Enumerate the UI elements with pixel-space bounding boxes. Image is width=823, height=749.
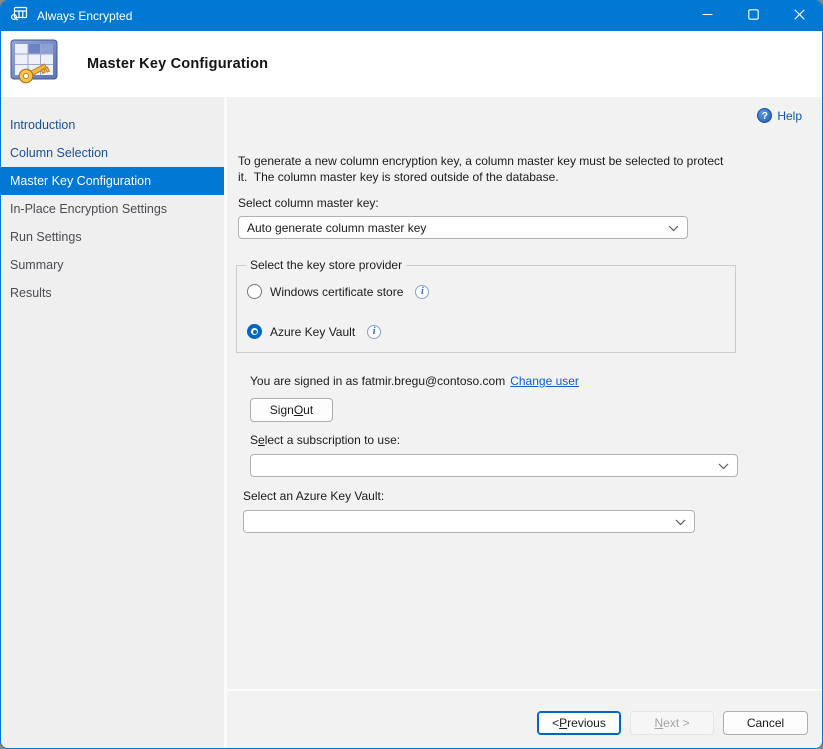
next-label-accel: N	[654, 716, 663, 730]
close-icon	[794, 7, 805, 25]
next-label-post: ext >	[663, 716, 689, 730]
sign-out-label-post: ut	[303, 403, 313, 417]
info-icon[interactable]: i	[367, 325, 381, 339]
azure-key-vault-label: Azure Key Vault	[270, 325, 355, 339]
subscription-label-pre: S	[250, 433, 258, 447]
previous-label-post: revious	[567, 716, 606, 730]
chevron-down-icon	[718, 459, 729, 473]
minimize-icon	[702, 7, 713, 25]
column-master-key-dropdown[interactable]: Auto generate column master key	[238, 216, 688, 239]
azure-key-vault-dropdown[interactable]	[243, 510, 695, 533]
azure-key-vault-select-label: Select an Azure Key Vault:	[243, 489, 384, 503]
windows-certificate-store-radio[interactable]: Windows certificate store i	[247, 284, 429, 299]
step-column-selection[interactable]: Column Selection	[1, 139, 224, 167]
chevron-down-icon	[675, 515, 686, 529]
previous-button[interactable]: < Previous	[537, 711, 621, 735]
intro-text: To generate a new column encryption key,…	[238, 154, 818, 186]
step-master-key-configuration[interactable]: Master Key Configuration	[1, 167, 224, 195]
step-run-settings: Run Settings	[1, 223, 224, 251]
step-results: Results	[1, 279, 224, 307]
window-title: Always Encrypted	[37, 9, 132, 23]
step-in-place-encryption-settings: In-Place Encryption Settings	[1, 195, 224, 223]
signed-in-status: You are signed in as fatmir.bregu@contos…	[250, 374, 579, 388]
next-button: Next >	[630, 711, 714, 735]
signed-in-text: You are signed in as fatmir.bregu@contos…	[250, 374, 505, 388]
chevron-down-icon	[668, 221, 679, 235]
sign-out-label-pre: Sign	[270, 403, 294, 417]
subscription-label-accel: e	[258, 433, 265, 447]
info-icon[interactable]: i	[415, 285, 429, 299]
wizard-header: Master Key Configuration	[1, 31, 822, 97]
azure-key-vault-radio[interactable]: Azure Key Vault i	[247, 324, 381, 339]
page-title: Master Key Configuration	[87, 56, 268, 72]
radio-unselected-icon[interactable]	[247, 284, 262, 299]
radio-selected-icon[interactable]	[247, 324, 262, 339]
subscription-label-post: lect a subscription to use:	[265, 433, 400, 447]
wizard-steps-sidebar: Introduction Column Selection Master Key…	[1, 97, 227, 748]
minimize-button[interactable]	[684, 1, 730, 31]
close-button[interactable]	[776, 1, 822, 31]
previous-label-pre: <	[552, 716, 559, 730]
help-label: Help	[777, 109, 802, 123]
key-store-provider-group: Select the key store provider Windows ce…	[236, 265, 736, 353]
sign-out-label-accel: O	[294, 403, 303, 417]
column-master-key-value: Auto generate column master key	[247, 221, 426, 235]
sign-out-button[interactable]: Sign Out	[250, 398, 333, 422]
step-introduction[interactable]: Introduction	[1, 111, 224, 139]
always-encrypted-wizard-window: Always Encrypted	[0, 0, 823, 749]
previous-label-accel: P	[559, 716, 567, 730]
always-encrypted-app-icon	[11, 6, 28, 26]
key-store-provider-group-title: Select the key store provider	[246, 258, 406, 272]
subscription-label: Select a subscription to use:	[250, 433, 400, 447]
help-icon: ?	[757, 108, 772, 123]
cancel-button[interactable]: Cancel	[723, 711, 808, 735]
maximize-icon	[748, 7, 759, 25]
help-link[interactable]: ? Help	[757, 108, 802, 123]
step-content-panel: ? Help To generate a new column encrypti…	[227, 97, 822, 748]
wizard-footer: < Previous Next > Cancel	[227, 689, 822, 748]
change-user-link[interactable]: Change user	[510, 374, 579, 388]
subscription-dropdown[interactable]	[250, 454, 738, 477]
window-controls	[684, 1, 822, 31]
titlebar: Always Encrypted	[1, 1, 822, 31]
maximize-button[interactable]	[730, 1, 776, 31]
step-summary: Summary	[1, 251, 224, 279]
windows-certificate-store-label: Windows certificate store	[270, 285, 403, 299]
wizard-body: Introduction Column Selection Master Key…	[1, 97, 822, 748]
column-master-key-label: Select column master key:	[238, 196, 379, 210]
table-key-icon	[10, 38, 60, 91]
